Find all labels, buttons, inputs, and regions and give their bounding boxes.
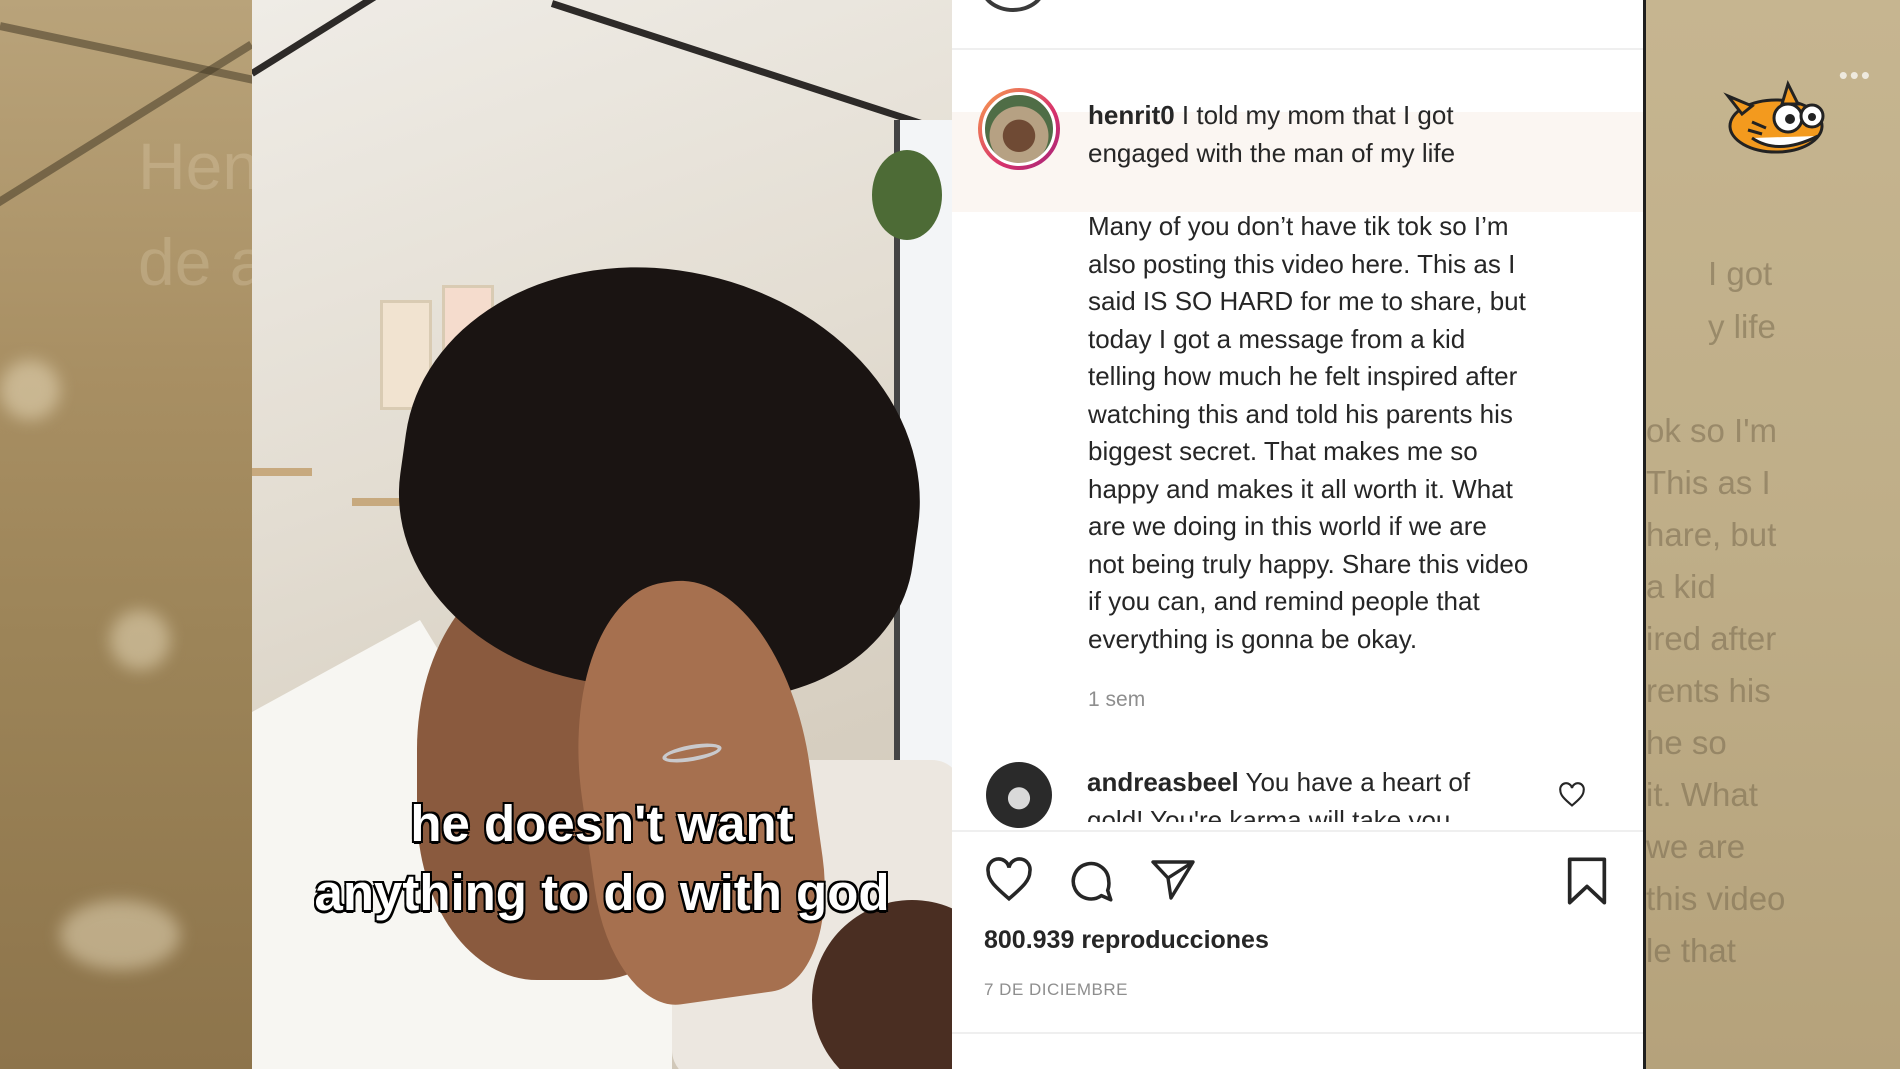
caption-line: biggest secret. That makes me so	[1088, 436, 1478, 466]
ghost-caption-right: it. What	[1646, 776, 1758, 813]
comment-line-1: You have a heart of	[1245, 767, 1471, 797]
channel-logo-mascot-icon	[1723, 79, 1825, 154]
ghost-caption-right: le that	[1646, 932, 1736, 969]
like-heart-icon[interactable]	[984, 857, 1034, 903]
ghost-caption-right: rents his	[1646, 672, 1771, 709]
caption-line: also posting this video here. This as I	[1088, 248, 1516, 279]
headline-line-2: engaged with the man of my life	[1088, 137, 1456, 168]
caption-line: Many of you don’t have tik tok so I’m	[1088, 211, 1509, 241]
post-headline: henrit0 I told my mom that I got engaged…	[1088, 97, 1608, 172]
previous-avatar	[980, 0, 1046, 12]
commenter-username[interactable]: andreasbeel	[1087, 767, 1239, 797]
ghost-caption-right: we are	[1646, 828, 1746, 865]
comment-line-2: gold! You're karma will take you	[1087, 804, 1451, 823]
author-avatar[interactable]	[978, 88, 1060, 170]
bookmark-save-icon[interactable]	[1564, 855, 1610, 907]
ghost-caption-right: a kid	[1646, 568, 1716, 605]
caption-line: today I got a message from a kid	[1088, 323, 1466, 354]
caption-line: said IS SO HARD for me to share, but	[1088, 286, 1526, 316]
ghost-caption-right: this video	[1646, 880, 1786, 917]
caption-line: happy and makes it all worth it. What	[1088, 473, 1513, 504]
more-options-icon: •••	[1838, 60, 1872, 90]
ghost-caption-right: y life	[1708, 308, 1776, 345]
send-share-icon[interactable]	[1148, 856, 1198, 904]
author-username[interactable]: henrit0	[1088, 100, 1175, 130]
ghost-caption-right: This as I	[1646, 464, 1771, 501]
post-video[interactable]: he doesn't want anything to do with god	[252, 0, 952, 1069]
commenter-avatar[interactable]	[986, 762, 1052, 828]
caption-line: not being truly happy. Share this video	[1088, 548, 1529, 579]
caption-line: watching this and told his parents his	[1088, 398, 1513, 429]
caption-line: are we doing in this world if we are	[1088, 511, 1487, 541]
post-caption: Many of you don’t have tik tok so I’m als…	[1088, 208, 1628, 658]
comment-item: andreasbeel You have a heart of gold! Yo…	[1087, 762, 1517, 822]
post-detail-panel: henrit0 I told my mom that I got engaged…	[952, 0, 1646, 1069]
video-caption-line-1: he doesn't want	[410, 795, 794, 852]
caption-line: telling how much he felt inspired after	[1088, 361, 1518, 391]
ghost-caption-left-2: de a	[138, 225, 267, 299]
video-caption-line-2: anything to do with god	[314, 864, 890, 921]
ghost-caption-right: ok so I'm	[1646, 412, 1778, 449]
ghost-caption-right: he so	[1646, 724, 1727, 761]
headline-line-1: I told my mom that I got	[1181, 100, 1454, 130]
views-count: 800.939 reproducciones	[984, 926, 1269, 954]
comment-like-heart-icon[interactable]	[1558, 782, 1586, 808]
post-time-ago: 1 sem	[1088, 688, 1146, 711]
ghost-caption-right: I got	[1708, 255, 1773, 292]
background-right-blur: ••• I got y life ok so I'm This as I hare, b…	[1646, 0, 1900, 1069]
comment-bubble-icon[interactable]	[1066, 856, 1116, 906]
caption-line: everything is gonna be okay.	[1088, 623, 1418, 654]
post-date: 7 DE DICIEMBRE	[984, 980, 1128, 999]
ghost-caption-right: hare, but	[1646, 516, 1777, 553]
caption-line: if you can, and remind people that	[1088, 586, 1480, 616]
ghost-caption-right: ired after	[1646, 620, 1777, 657]
